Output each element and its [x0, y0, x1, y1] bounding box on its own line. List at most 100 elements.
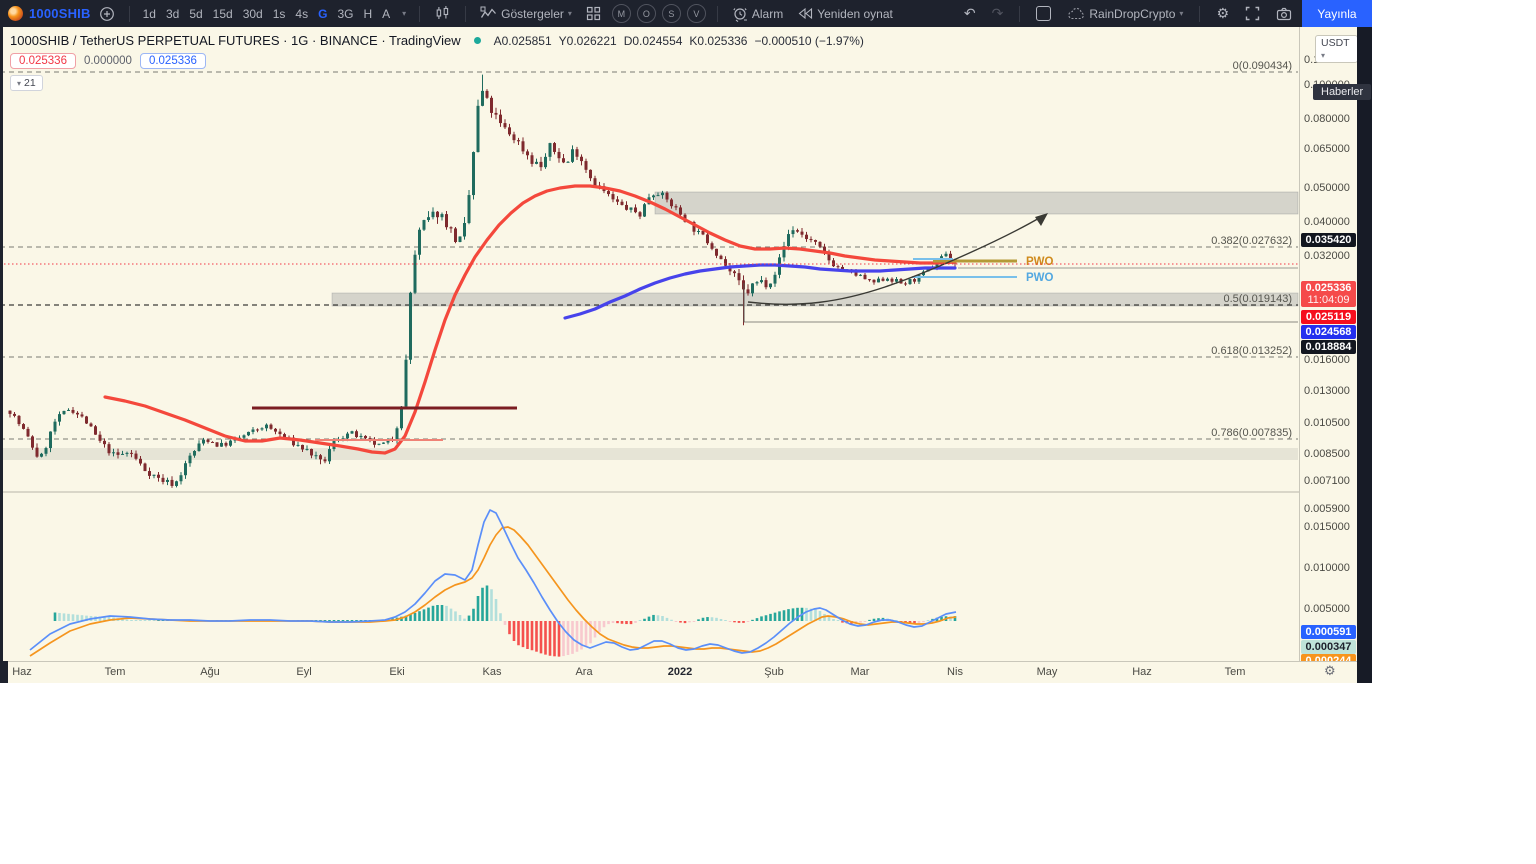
- toolbar-separator: [1019, 6, 1020, 22]
- timeframe-5d[interactable]: 5d: [184, 0, 207, 27]
- pwo-label: PWO: [1026, 272, 1054, 284]
- timeframe-3d[interactable]: 3d: [161, 0, 184, 27]
- price-tick: 0.008500: [1304, 448, 1356, 460]
- candlestick-icon: [434, 5, 451, 22]
- chart-canvas[interactable]: 0(0.090434)0.382(0.027632)0.5(0.019143)0…: [0, 27, 1357, 683]
- camera-icon: [1276, 7, 1292, 21]
- toolbar-separator: [129, 6, 130, 22]
- price-tick: 0.005900: [1304, 503, 1356, 515]
- chart-style-button[interactable]: [428, 0, 457, 27]
- time-label: Eyl: [296, 666, 311, 678]
- rewind-icon: [797, 7, 813, 20]
- timeframe-4s[interactable]: 4s: [290, 0, 313, 27]
- trend-arc-arrowhead: [1035, 213, 1048, 226]
- fullscreen-button[interactable]: [1239, 0, 1266, 27]
- timeframe-G[interactable]: G: [313, 0, 332, 27]
- indicators-icon: [480, 6, 497, 21]
- red-ma-line[interactable]: [105, 186, 955, 453]
- spread-value: 0.000000: [84, 55, 132, 67]
- layout-option-o[interactable]: O: [637, 4, 656, 23]
- axis-settings-gear-icon[interactable]: ⚙: [1324, 664, 1336, 679]
- timeframe-H[interactable]: H: [358, 0, 377, 27]
- change-value: −0.000510 (−1.97%): [754, 34, 863, 48]
- layout-option-v[interactable]: V: [687, 4, 706, 23]
- account-menu[interactable]: RainDropCrypto ▾: [1061, 0, 1189, 27]
- toolbar-separator: [465, 6, 466, 22]
- ohlc-open: A0.025851: [494, 34, 552, 48]
- price-tick: 0.065000: [1304, 143, 1356, 155]
- price-label: 0.000591: [1301, 625, 1356, 639]
- toolbar-separator: [1199, 6, 1200, 22]
- svg-text:0.5(0.019143): 0.5(0.019143): [1224, 293, 1293, 305]
- layout-option-s[interactable]: S: [662, 4, 681, 23]
- left-edge-strip: [0, 27, 3, 661]
- time-label: Tem: [105, 666, 126, 678]
- layout-select-button[interactable]: [1030, 0, 1057, 27]
- currency-selector[interactable]: USDT ▾: [1315, 35, 1358, 63]
- candlestick-series: [9, 75, 957, 488]
- price-tick: 0.010500: [1304, 417, 1356, 429]
- chevron-down-icon: ▾: [17, 79, 21, 88]
- publish-button[interactable]: Yayınla: [1302, 0, 1372, 27]
- undo-button[interactable]: ↶: [958, 0, 982, 27]
- timeframe-3G[interactable]: 3G: [332, 0, 358, 27]
- indicators-button[interactable]: Göstergeler ▾: [474, 0, 578, 27]
- alarm-button[interactable]: Alarm: [726, 0, 789, 27]
- tradingview-app: 1000SHIB 1d3d5d15d30d1s4sG3GHA ▾ Gösterg…: [0, 0, 1372, 683]
- price-label: 0.02533611:04:09: [1301, 281, 1356, 307]
- price-tick: 0.005000: [1304, 603, 1356, 615]
- svg-text:0.382(0.027632): 0.382(0.027632): [1211, 235, 1292, 247]
- redo-button[interactable]: ↷: [986, 0, 1010, 27]
- legend-title[interactable]: 1000SHIB / TetherUS PERPETUAL FUTURES · …: [10, 33, 461, 48]
- sell-price-button[interactable]: 0.025336: [10, 53, 76, 69]
- price-label: 0.035420: [1301, 233, 1356, 247]
- time-label: Kas: [483, 666, 502, 678]
- blue-ma-line[interactable]: [565, 265, 955, 318]
- price-label: 0.018884: [1301, 340, 1356, 354]
- settings-gear-icon[interactable]: ⚙: [1210, 0, 1235, 27]
- time-label: Nis: [947, 666, 963, 678]
- price-scale[interactable]: USDT ▾ 0.1200000.1000000.0800000.0650000…: [1299, 27, 1358, 661]
- timeframe-A[interactable]: A: [377, 0, 395, 27]
- time-label: Ağu: [200, 666, 220, 678]
- layout-square-icon: [1036, 6, 1051, 21]
- compare-add-button[interactable]: [93, 0, 121, 27]
- layout-option-m[interactable]: M: [612, 4, 631, 23]
- chevron-down-icon: ▾: [1321, 51, 1325, 60]
- ohlc-high: Y0.026221: [559, 34, 617, 48]
- price-tick: 0.080000: [1304, 113, 1356, 125]
- time-label: Haz: [12, 666, 32, 678]
- pwo-label: PWO: [1026, 256, 1054, 268]
- ohlc-close: K0.025336: [689, 34, 747, 48]
- timeframe-15d[interactable]: 15d: [208, 0, 238, 27]
- fullscreen-icon: [1245, 6, 1260, 21]
- timeframe-dropdown-chevron-icon[interactable]: ▾: [397, 0, 411, 27]
- toolbar-separator: [717, 6, 718, 22]
- macd-fast-line[interactable]: [30, 510, 956, 653]
- price-tick: 0.015000: [1304, 521, 1356, 533]
- time-label: Eki: [389, 666, 404, 678]
- time-axis[interactable]: ⚙ HazTemAğuEylEkiKasAra2022ŞubMarNisMayH…: [0, 661, 1357, 683]
- fib-retracement[interactable]: 0(0.090434)0.382(0.027632)0.5(0.019143)0…: [0, 60, 1298, 439]
- timeframe-30d[interactable]: 30d: [238, 0, 268, 27]
- price-tick: 0.010000: [1304, 562, 1356, 574]
- bar-count-toggle[interactable]: ▾21: [10, 75, 43, 91]
- tradingview-logo-icon[interactable]: [8, 6, 23, 21]
- chart-legend: 1000SHIB / TetherUS PERPETUAL FUTURES · …: [10, 33, 864, 91]
- templates-grid-button[interactable]: [580, 0, 607, 27]
- replay-button[interactable]: Yeniden oynat: [791, 0, 899, 27]
- cloud-icon: [1067, 7, 1085, 20]
- timeframe-1d[interactable]: 1d: [138, 0, 161, 27]
- ohlc-low: D0.024554: [624, 34, 683, 48]
- price-tick: 0.013000: [1304, 385, 1356, 397]
- buy-price-button[interactable]: 0.025336: [140, 53, 206, 69]
- timeframe-1s[interactable]: 1s: [268, 0, 291, 27]
- macd-signal-line[interactable]: [30, 527, 956, 656]
- symbol-button[interactable]: 1000SHIB: [29, 6, 91, 21]
- screenshot-button[interactable]: [1270, 0, 1298, 27]
- price-tick: 0.032000: [1304, 250, 1356, 262]
- time-label: May: [1037, 666, 1058, 678]
- top-toolbar: 1000SHIB 1d3d5d15d30d1s4sG3GHA ▾ Gösterg…: [0, 0, 1372, 27]
- timeframe-list: 1d3d5d15d30d1s4sG3GHA: [138, 0, 396, 27]
- price-tick: 0.050000: [1304, 182, 1356, 194]
